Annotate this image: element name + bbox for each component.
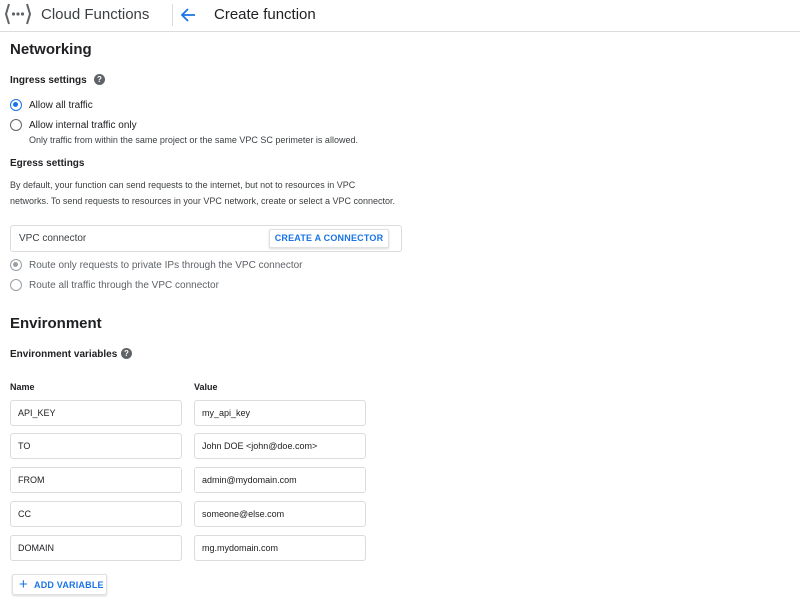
env-name-input[interactable]: CC [10, 501, 182, 527]
radio-label: Route only requests to private IPs throu… [29, 259, 303, 271]
app-title[interactable]: Cloud Functions [41, 6, 149, 23]
radio-selected-icon[interactable] [10, 259, 22, 271]
environment-heading: Environment [10, 315, 102, 332]
env-name-input[interactable]: TO [10, 433, 182, 459]
header-divider [172, 4, 173, 26]
env-value-input[interactable]: my_api_key [194, 400, 366, 426]
cloud-functions-logo-icon[interactable] [5, 3, 31, 25]
networking-heading: Networking [10, 41, 92, 58]
help-circle-icon[interactable]: ? [94, 74, 105, 85]
value-column-header: Value [194, 382, 218, 392]
add-variable-button[interactable]: + ADD VARIABLE [12, 574, 107, 595]
radio-selected-icon[interactable] [10, 99, 22, 111]
page-title: Create function [214, 6, 316, 23]
create-connector-button[interactable]: CREATE A CONNECTOR [269, 229, 389, 248]
env-name-input[interactable]: DOMAIN [10, 535, 182, 561]
radio-route-private-ips[interactable]: Route only requests to private IPs throu… [10, 258, 303, 272]
top-bar: Cloud Functions Create function [0, 0, 800, 32]
radio-unselected-icon[interactable] [10, 119, 22, 131]
radio-unselected-icon[interactable] [10, 279, 22, 291]
radio-label: Route all traffic through the VPC connec… [29, 279, 219, 291]
arrow-back-icon[interactable] [176, 4, 200, 26]
env-value-input[interactable]: mg.mydomain.com [194, 535, 366, 561]
egress-description-line: By default, your function can send reque… [10, 180, 356, 190]
internal-traffic-note: Only traffic from within the same projec… [29, 135, 358, 145]
vpc-connector-select[interactable]: VPC connector CREATE A CONNECTOR [10, 225, 402, 252]
plus-icon: + [19, 576, 28, 593]
env-value-input[interactable]: someone@else.com [194, 501, 366, 527]
env-value-input[interactable]: admin@mydomain.com [194, 467, 366, 493]
env-name-input[interactable]: FROM [10, 467, 182, 493]
egress-settings-label: Egress settings [10, 158, 85, 169]
environment-variables-label: Environment variables [10, 349, 118, 360]
radio-label: Allow internal traffic only [29, 119, 137, 131]
radio-allow-all-traffic[interactable]: Allow all traffic [10, 98, 93, 112]
radio-route-all-traffic[interactable]: Route all traffic through the VPC connec… [10, 278, 219, 292]
help-circle-icon[interactable]: ? [121, 348, 132, 359]
ingress-settings-label: Ingress settings [10, 75, 87, 86]
name-column-header: Name [10, 382, 35, 392]
vpc-connector-label: VPC connector [19, 233, 87, 244]
egress-description: By default, your function can send reque… [10, 177, 410, 209]
radio-allow-internal-traffic[interactable]: Allow internal traffic only [10, 118, 137, 132]
add-variable-label: ADD VARIABLE [34, 580, 104, 590]
radio-label: Allow all traffic [29, 99, 93, 111]
env-value-input[interactable]: John DOE <john@doe.com> [194, 433, 366, 459]
egress-description-line: networks. To send requests to resources … [10, 196, 396, 206]
env-name-input[interactable]: API_KEY [10, 400, 182, 426]
